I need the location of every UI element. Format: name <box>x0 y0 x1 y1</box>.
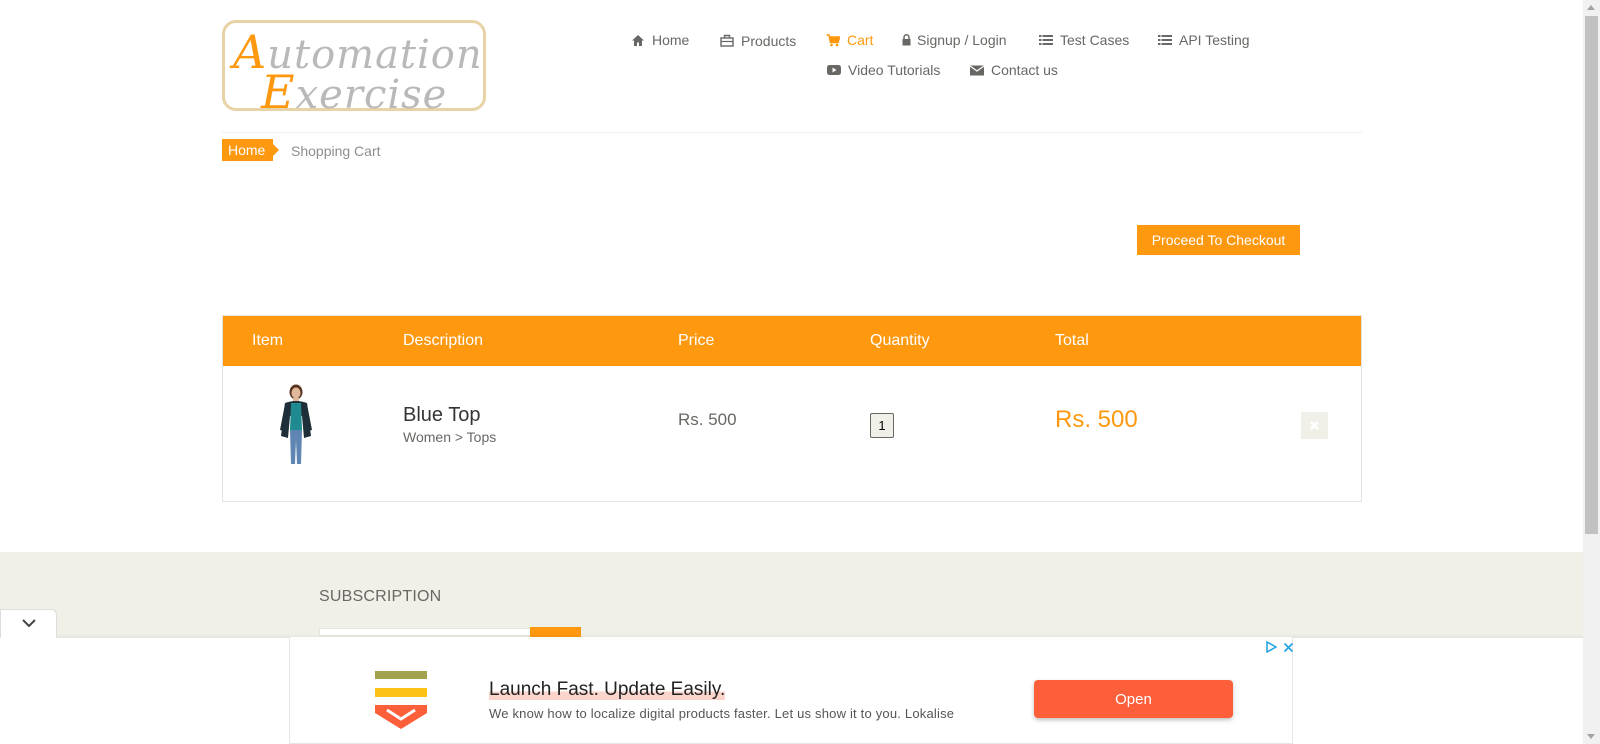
nav-cart[interactable]: Cart <box>826 32 873 48</box>
list-icon <box>1039 33 1053 47</box>
product-name-link[interactable]: Blue Top <box>403 404 480 427</box>
scrollbar-thumb[interactable] <box>1585 16 1598 534</box>
header-item: Item <box>252 332 284 349</box>
nav-video-tutorials-label: Video Tutorials <box>848 62 941 78</box>
ad-headline[interactable]: Launch Fast. Update Easily. <box>489 679 726 701</box>
nav-signup-login-label: Signup / Login <box>917 32 1007 48</box>
proceed-to-checkout-button[interactable]: Proceed To Checkout <box>1137 225 1300 255</box>
ad-card[interactable]: Launch Fast. Update Easily. We know how … <box>289 637 1294 744</box>
site-logo[interactable]: Automation Exercise <box>222 20 486 119</box>
nav-test-cases[interactable]: Test Cases <box>1039 32 1129 48</box>
ad-collapse-button[interactable] <box>0 609 57 638</box>
cart-table-header: Item Description Price Quantity Total <box>223 316 1361 366</box>
shopping-cart-icon <box>826 33 840 47</box>
nav-home[interactable]: Home <box>631 32 689 48</box>
breadcrumb-home[interactable]: Home <box>222 139 280 161</box>
header-price: Price <box>678 332 715 349</box>
ad-choices <box>1265 640 1294 658</box>
product-total: Rs. 500 <box>1055 406 1138 433</box>
cart-table: Item Description Price Quantity Total Bl… <box>222 315 1362 502</box>
chevron-down-icon <box>21 615 37 633</box>
nav-test-cases-label: Test Cases <box>1060 32 1130 48</box>
logo-line-2: Exercise <box>261 65 448 119</box>
vertical-scrollbar[interactable] <box>1583 0 1600 744</box>
close-ad-icon[interactable] <box>1283 640 1294 658</box>
nav-api-testing-label: API Testing <box>1179 32 1250 48</box>
nav-signup-login[interactable]: Signup / Login <box>902 32 1007 48</box>
quantity-button[interactable]: 1 <box>870 413 894 438</box>
nav-contact-us-label: Contact us <box>991 62 1058 78</box>
nav-contact-us[interactable]: Contact us <box>970 62 1058 78</box>
nav-video-tutorials[interactable]: Video Tutorials <box>827 62 940 78</box>
product-category: Women > Tops <box>403 429 497 445</box>
footer-top-line <box>207 551 1377 552</box>
close-icon <box>1309 418 1320 434</box>
adchoices-icon[interactable] <box>1265 640 1278 658</box>
breadcrumb-current: Shopping Cart <box>291 143 381 159</box>
page: Automation Exercise Home Products Cart S… <box>0 0 1600 744</box>
home-icon <box>631 33 645 47</box>
delete-item-button[interactable] <box>1301 412 1328 439</box>
nav-home-label: Home <box>652 32 690 48</box>
table-row: Blue Top Women > Tops Rs. 500 1 Rs. 500 <box>223 366 1361 501</box>
nav-cart-label: Cart <box>847 32 874 48</box>
ad-open-button[interactable]: Open <box>1034 680 1233 718</box>
header-total: Total <box>1055 332 1089 349</box>
lock-icon <box>902 33 911 47</box>
subscribe-button[interactable] <box>530 627 581 637</box>
product-image[interactable] <box>261 382 331 466</box>
subscription-email-input[interactable] <box>319 628 531 636</box>
lokalise-logo <box>374 671 428 729</box>
ad-description: We know how to localize digital products… <box>489 706 955 721</box>
nav-products-label: Products <box>741 33 797 49</box>
header-quantity: Quantity <box>870 332 930 349</box>
scroll-down-arrow-icon[interactable] <box>1587 734 1595 739</box>
header-divider <box>222 132 1362 133</box>
youtube-play-icon <box>827 63 841 77</box>
nav-api-testing[interactable]: API Testing <box>1158 32 1250 48</box>
list-icon <box>1158 33 1172 47</box>
product-price: Rs. 500 <box>678 410 737 429</box>
products-icon <box>720 33 734 47</box>
envelope-icon <box>970 63 984 77</box>
subscription-title: SUBSCRIPTION <box>319 588 442 605</box>
scroll-up-arrow-icon[interactable] <box>1587 5 1595 10</box>
nav-products[interactable]: Products <box>720 32 797 49</box>
header-description: Description <box>403 332 484 349</box>
